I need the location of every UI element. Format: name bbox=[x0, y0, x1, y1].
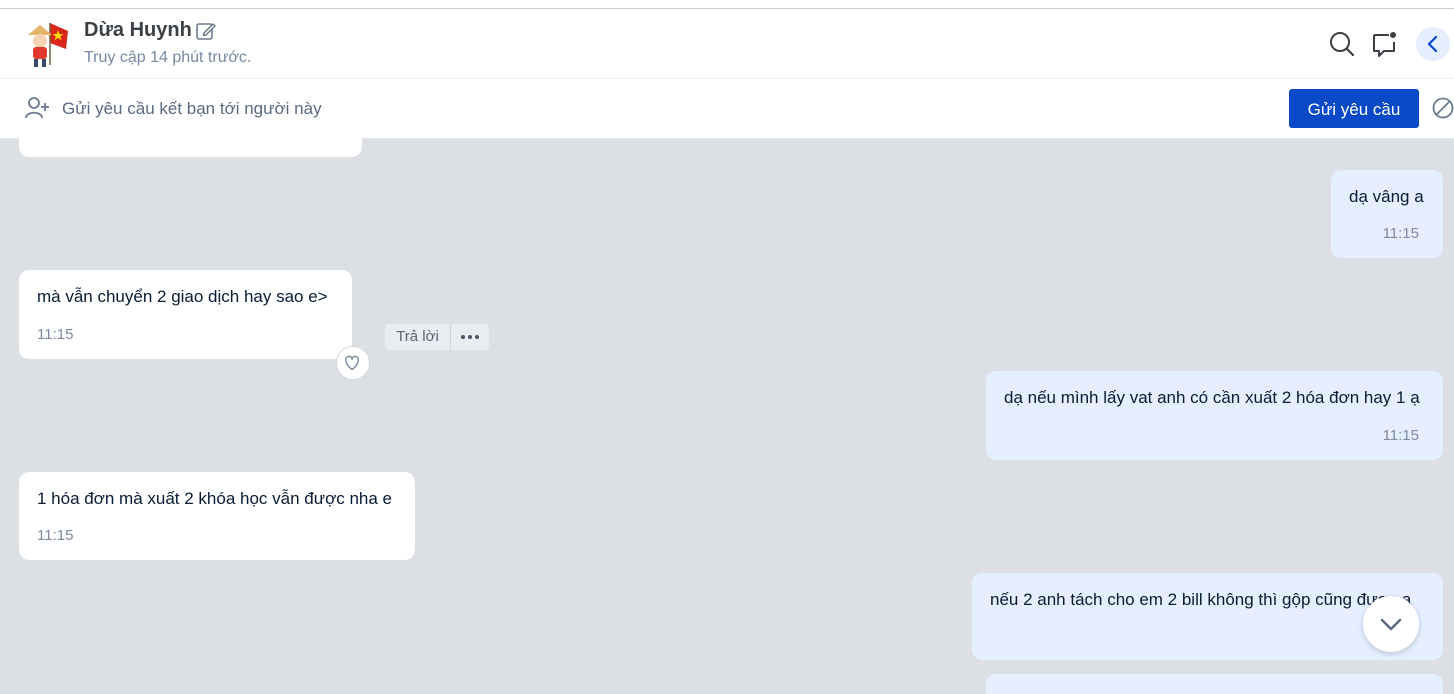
block-icon[interactable] bbox=[1431, 96, 1454, 120]
more-options-button[interactable] bbox=[451, 324, 489, 350]
chat-header: Dừa Huynh Truy cập 14 phút trước. bbox=[0, 9, 1454, 79]
message-bubble-outgoing[interactable]: dạ vâng a 11:15 bbox=[1331, 170, 1443, 258]
message-time: 11:15 bbox=[37, 326, 74, 343]
add-friend-icon bbox=[25, 97, 49, 119]
message-bubble-partial[interactable] bbox=[986, 674, 1443, 694]
chevron-down-icon bbox=[1380, 618, 1402, 631]
message-bubble-incoming[interactable]: mà vẫn chuyển 2 giao dịch hay sao e> 11:… bbox=[19, 270, 352, 359]
heart-icon bbox=[345, 355, 359, 371]
last-seen-status: Truy cập 14 phút trước. bbox=[84, 49, 252, 66]
collapse-panel-button[interactable] bbox=[1416, 27, 1450, 61]
send-request-button[interactable]: Gửi yêu cầu bbox=[1289, 89, 1419, 128]
edit-icon[interactable] bbox=[195, 20, 217, 42]
scroll-to-bottom-button[interactable] bbox=[1363, 596, 1419, 652]
search-icon[interactable] bbox=[1328, 30, 1356, 58]
message-bubble-incoming[interactable]: 1 hóa đơn mà xuất 2 khóa học vẫn được nh… bbox=[19, 472, 415, 560]
more-dots-icon bbox=[461, 335, 479, 339]
message-time: 11:15 bbox=[1382, 427, 1419, 444]
message-hover-actions: Trả lời bbox=[385, 324, 489, 350]
message-time: 11:15 bbox=[1382, 225, 1419, 242]
chat-info-icon[interactable] bbox=[1371, 30, 1399, 58]
message-bubble-outgoing[interactable]: dạ nếu mình lấy vat anh có cần xuất 2 hó… bbox=[986, 371, 1443, 460]
avatar[interactable] bbox=[20, 17, 72, 69]
message-text: dạ nếu mình lấy vat anh có cần xuất 2 hó… bbox=[1004, 388, 1420, 407]
message-text: dạ vâng a bbox=[1349, 187, 1424, 206]
message-bubble-partial[interactable] bbox=[19, 130, 362, 157]
window-top-edge bbox=[0, 0, 1454, 9]
message-text: nếu 2 anh tách cho em 2 bill không thì g… bbox=[990, 590, 1412, 609]
message-text: mà vẫn chuyển 2 giao dịch hay sao e> bbox=[37, 287, 328, 306]
reply-button[interactable]: Trả lời bbox=[385, 324, 451, 350]
chevron-left-icon bbox=[1427, 35, 1438, 53]
react-button[interactable] bbox=[336, 346, 370, 380]
friend-request-text: Gửi yêu cầu kết bạn tới người này bbox=[62, 99, 322, 118]
contact-name: Dừa Huynh bbox=[84, 19, 192, 41]
message-time: 11:15 bbox=[37, 527, 74, 544]
message-text: 1 hóa đơn mà xuất 2 khóa học vẫn được nh… bbox=[37, 489, 393, 508]
